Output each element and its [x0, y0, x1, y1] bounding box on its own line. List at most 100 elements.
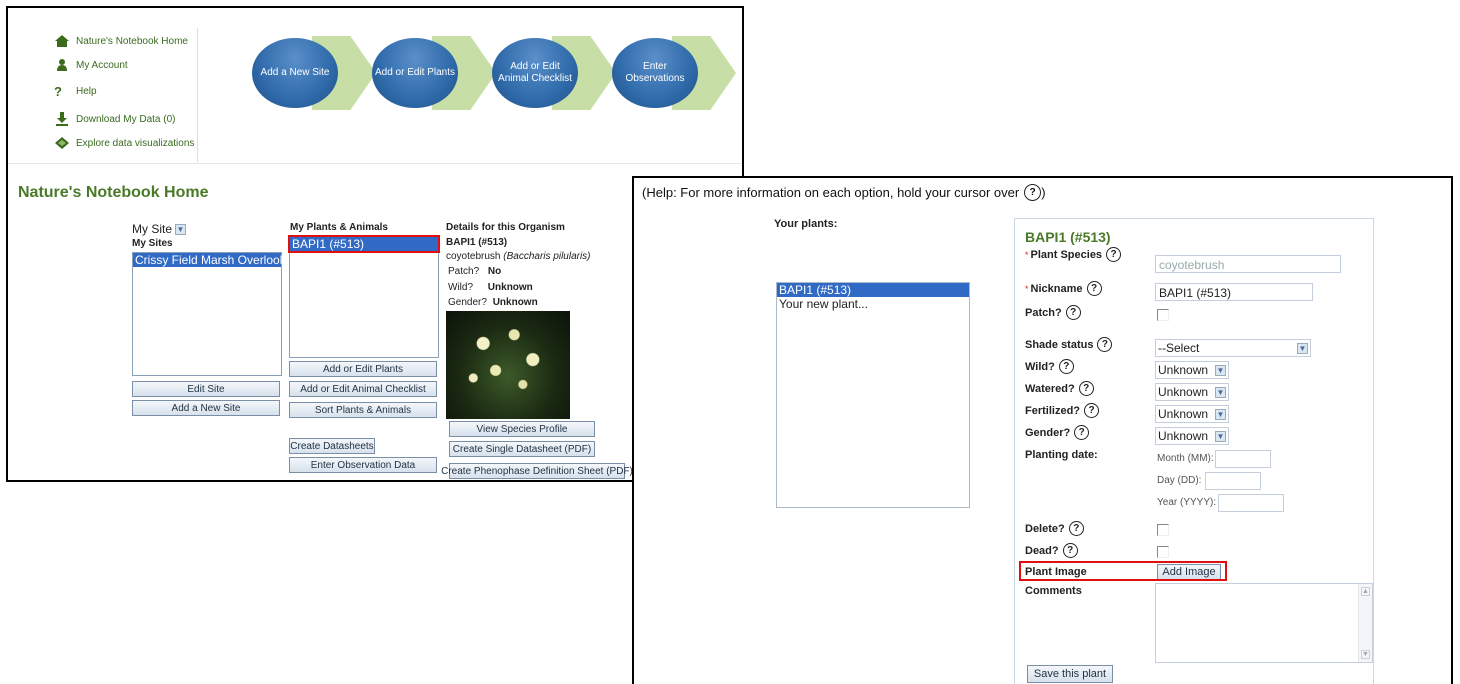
edit-site-button[interactable]: Edit Site [132, 381, 280, 397]
help-question-icon[interactable]: ? [1086, 281, 1102, 296]
list-item[interactable]: Your new plant... [777, 297, 969, 311]
nav-my-account-link[interactable]: My Account [54, 58, 128, 72]
gender-label: Gender? [448, 297, 487, 308]
patch-label: Patch? [448, 266, 480, 277]
help-question-icon[interactable]: ? [1065, 305, 1081, 320]
scroll-down-icon[interactable]: ▼ [1361, 650, 1370, 659]
nav-visualizations-link[interactable]: Explore data visualizations [54, 136, 194, 150]
visualization-icon [54, 136, 70, 150]
required-marker: * [1025, 283, 1029, 294]
wild-detail: Wild? Unknown [448, 282, 533, 293]
wild-label: Wild? [448, 282, 474, 293]
nickname-label: Nickname [1030, 282, 1083, 295]
comments-textarea[interactable]: ▲ ▼ [1155, 583, 1373, 663]
help-question-icon[interactable]: ? [1074, 425, 1090, 440]
add-edit-plants-button[interactable]: Add or Edit Plants [289, 361, 437, 377]
species-common-name: coyotebrush [446, 251, 501, 262]
download-icon [54, 112, 70, 126]
day-input[interactable] [1205, 472, 1261, 490]
comments-label: Comments [1025, 585, 1082, 597]
help-question-icon[interactable]: ? [1058, 359, 1074, 374]
nav-help-link[interactable]: ? Help [54, 84, 97, 99]
gender-detail: Gender? Unknown [448, 297, 538, 308]
divider [8, 163, 742, 164]
dead-checkbox[interactable] [1157, 546, 1169, 558]
list-item[interactable]: Crissy Field Marsh Overlook [133, 253, 286, 267]
help-question-icon[interactable]: ? [1068, 521, 1084, 536]
gender-select-value: Unknown [1158, 429, 1209, 443]
fertilized-label: Fertilized? [1025, 404, 1081, 417]
watered-label: Watered? [1025, 382, 1075, 395]
wild-select[interactable]: Unknown ▼ [1155, 361, 1229, 379]
sites-list[interactable]: Crissy Field Marsh Overlook [132, 252, 286, 376]
workflow-edit-plants-button[interactable]: Add or Edit Plants [372, 38, 458, 108]
workflow-add-site-button[interactable]: Add a New Site [252, 38, 338, 108]
help-question-icon[interactable]: ? [1106, 247, 1122, 262]
gender-value: Unknown [492, 297, 538, 308]
organism-species: coyotebrush (Baccharis pilularis) [446, 251, 591, 262]
nickname-input[interactable]: BAPI1 (#513) [1155, 283, 1313, 301]
nav-download-link[interactable]: Download My Data (0) [54, 112, 175, 126]
top-navigation: Nature's Notebook Home My Account ? Help… [8, 8, 742, 166]
create-single-datasheet-button[interactable]: Create Single Datasheet (PDF) [449, 441, 595, 457]
save-plant-button[interactable]: Save this plant [1027, 665, 1113, 683]
dead-field-label: Dead? ? [1025, 543, 1078, 558]
patch-label: Patch? [1025, 306, 1062, 319]
add-edit-animal-checklist-button[interactable]: Add or Edit Animal Checklist [289, 381, 437, 397]
chevron-down-icon: ▼ [1215, 364, 1226, 376]
wild-select-value: Unknown [1158, 363, 1209, 377]
help-question-icon[interactable]: ? [1084, 403, 1100, 418]
help-question-icon[interactable]: ? [1062, 543, 1078, 558]
gender-label: Gender? [1025, 426, 1071, 439]
dead-label: Dead? [1025, 544, 1059, 557]
species-input: coyotebrush [1155, 255, 1341, 273]
nav-visualizations-label: Explore data visualizations [76, 137, 195, 149]
view-species-profile-button[interactable]: View Species Profile [449, 421, 595, 437]
enter-observation-data-button[interactable]: Enter Observation Data [289, 457, 437, 473]
person-icon [54, 58, 70, 72]
chevron-down-icon: ▼ [1215, 430, 1226, 442]
my-sites-header: My Sites [132, 238, 173, 249]
add-new-site-button[interactable]: Add a New Site [132, 400, 280, 416]
home-icon [54, 34, 70, 48]
highlight-box [288, 235, 440, 253]
sort-plants-animals-button[interactable]: Sort Plants & Animals [289, 402, 437, 418]
site-select[interactable]: My Site ▼ [132, 222, 187, 236]
delete-checkbox[interactable] [1157, 524, 1169, 536]
scroll-up-icon[interactable]: ▲ [1361, 587, 1370, 596]
watered-select-value: Unknown [1158, 385, 1209, 399]
create-phenophase-sheet-button[interactable]: Create Phenophase Definition Sheet (PDF) [441, 463, 633, 479]
day-label: Day (DD): [1157, 475, 1202, 486]
chevron-down-icon: ▼ [1215, 408, 1226, 420]
fertilized-select-value: Unknown [1158, 407, 1209, 421]
shade-select[interactable]: --Select ▼ [1155, 339, 1311, 357]
question-icon: ? [54, 84, 62, 99]
plant-form: BAPI1 (#513) * Plant Species ? coyotebru… [1014, 218, 1374, 684]
list-item[interactable]: BAPI1 (#513) [777, 283, 969, 297]
month-input[interactable] [1215, 450, 1271, 468]
plant-photo [446, 311, 570, 419]
patch-detail: Patch? No [448, 266, 501, 277]
highlight-box [1019, 561, 1227, 581]
create-datasheets-button[interactable]: Create Datasheets [289, 438, 375, 454]
patch-checkbox[interactable] [1157, 309, 1169, 321]
your-plants-list[interactable]: BAPI1 (#513) Your new plant... [776, 282, 970, 508]
watered-select[interactable]: Unknown ▼ [1155, 383, 1229, 401]
workflow-animal-checklist-button[interactable]: Add or Edit Animal Checklist [492, 38, 578, 108]
nav-home-link[interactable]: Nature's Notebook Home [54, 34, 188, 48]
page-title: Nature's Notebook Home [18, 184, 209, 201]
help-text: (Help: For more information on each opti… [642, 184, 1046, 201]
workflow-enter-observations-button[interactable]: Enter Observations [612, 38, 698, 108]
help-question-icon: ? [1024, 184, 1042, 201]
species-field-label: * Plant Species ? [1025, 247, 1122, 262]
help-question-icon[interactable]: ? [1097, 337, 1113, 352]
plants-list[interactable]: BAPI1 (#513) [289, 236, 439, 358]
scrollbar[interactable]: ▲ ▼ [1358, 584, 1372, 662]
gender-select[interactable]: Unknown ▼ [1155, 427, 1229, 445]
fertilized-select[interactable]: Unknown ▼ [1155, 405, 1229, 423]
gender-field-label: Gender? ? [1025, 425, 1090, 440]
help-question-icon[interactable]: ? [1078, 381, 1094, 396]
details-header: Details for this Organism [446, 222, 565, 233]
year-input[interactable] [1218, 494, 1284, 512]
month-label: Month (MM): [1157, 453, 1214, 464]
